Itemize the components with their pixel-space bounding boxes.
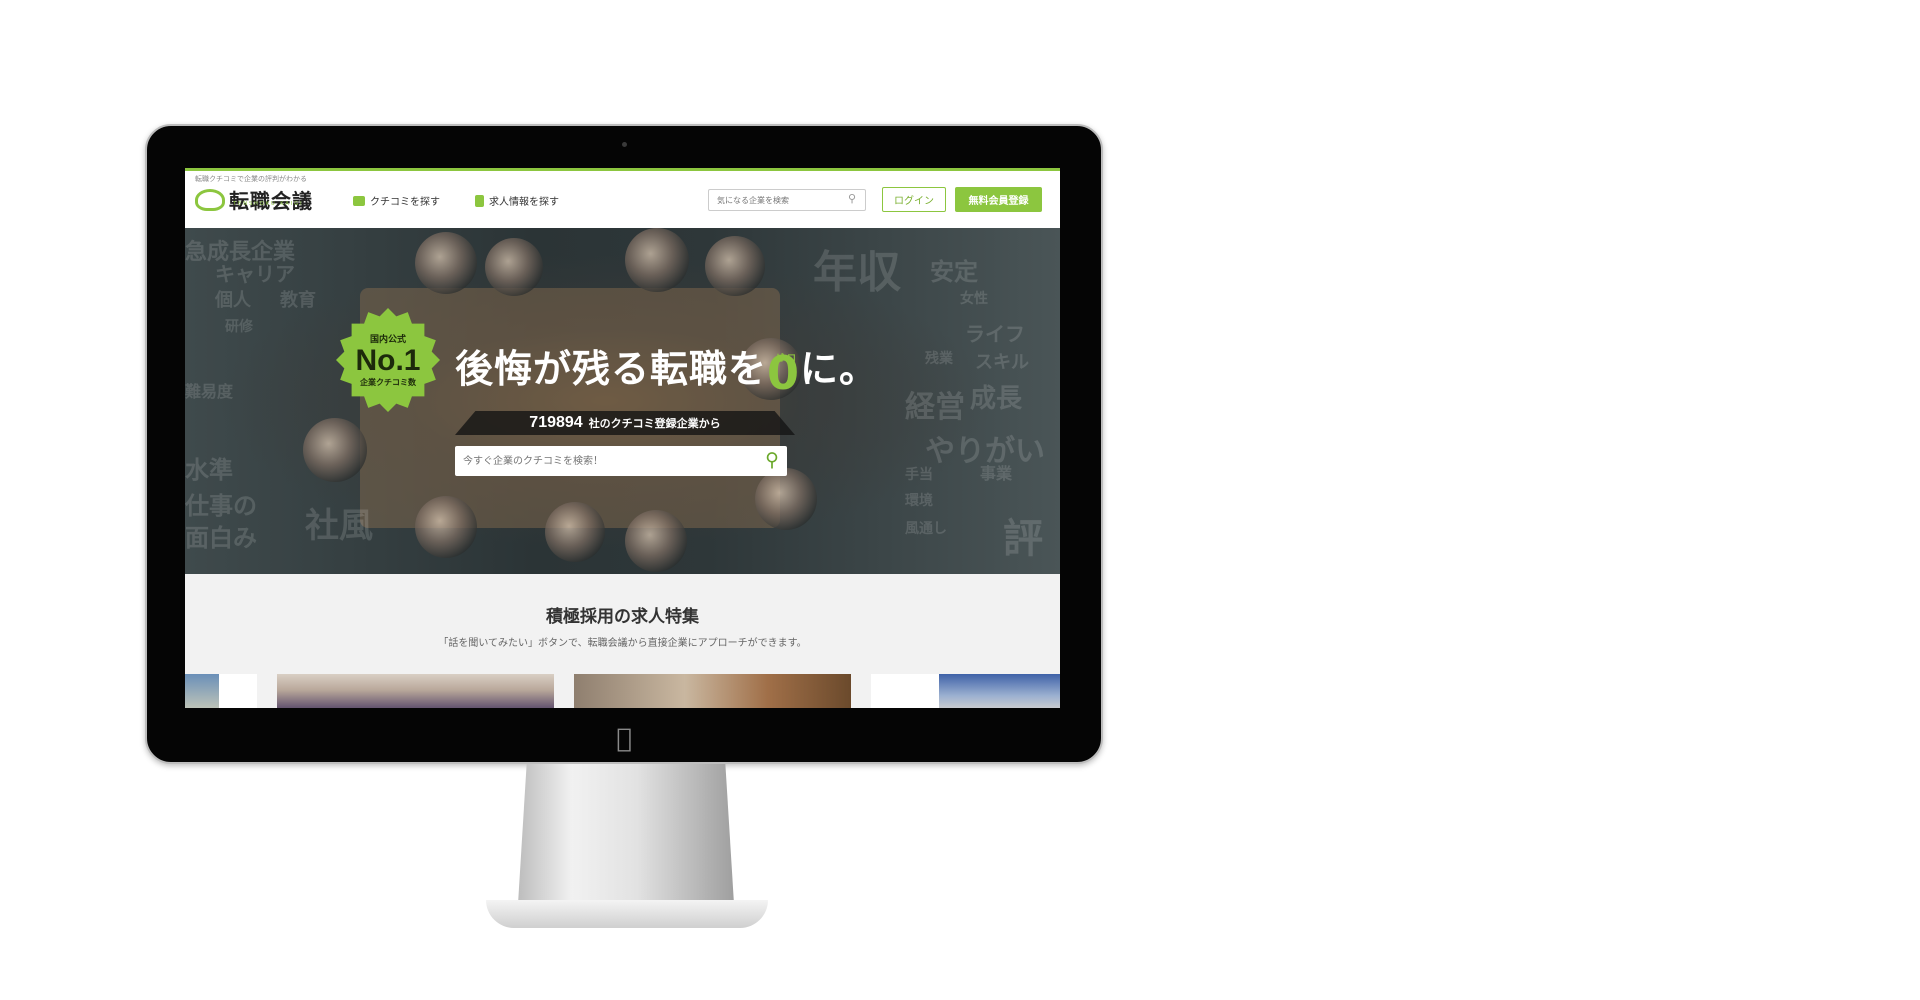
site-logo[interactable]: 転職会議 [195,185,313,214]
register-button[interactable]: 無料会員登録 [955,187,1042,212]
badge-bottom-text: 企業クチコミ数 [360,378,416,387]
hero-banner: 急成長企業 キャリア 個人 教育 研修 難易度 水準 仕事の 面白み 社風 年収… [185,228,1060,574]
company-count: 719894 [529,414,583,431]
hero-photo-person [415,496,477,558]
hero-photo-person [545,502,605,562]
site-header: 転職クチコミで企業の評判がわかる 転職会議 TENSHOKU KAIGI クチコ… [185,171,1060,228]
camera-dot [622,142,627,147]
nav-jobs-label: 求人情報を探す [489,197,559,208]
badge-main-text: No.1 [355,344,421,377]
job-card-image [574,674,851,708]
job-card[interactable] [277,674,554,708]
hero-photo-person [415,232,477,294]
hero-bg-word: 残業 [925,351,953,367]
hero-bg-word: 手当 [905,467,933,483]
hero-photo-person [485,238,543,296]
screen: 転職クチコミで企業の評判がわかる 転職会議 TENSHOKU KAIGI クチコ… [185,168,1060,708]
hero-bg-word: 安定 [930,258,978,286]
job-card-image [185,674,219,708]
hero-photo-person [755,468,817,530]
hero-bg-word: 社風 [305,506,373,546]
hero-bg-word: 水準 [185,456,233,484]
hero-bg-word: 環境 [905,493,933,509]
catch-before: 後悔が残る転職を [455,347,768,391]
tagline: 転職クチコミで企業の評判がわかる [195,175,307,183]
catch-after: に。 [800,347,879,391]
speech-bubble-icon [353,195,365,206]
brand-subtitle: TENSHOKU KAIGI [233,201,304,207]
hero-photo-person [625,510,687,572]
document-icon [475,194,484,207]
featured-jobs-section: 積極採用の求人特集 「話を聞いてみたい」ボタンで、転職会議から直接企業にアプロー… [185,574,1060,708]
job-card[interactable] [574,674,851,708]
hero-bg-word: 評 [1003,516,1043,562]
no1-badge: 国内公式 No.1 企業クチコミ数 [336,308,440,412]
monitor-stand-base [486,900,768,928]
catch-zero: ゼロ 0 [767,350,800,396]
nav-jobs[interactable]: 求人情報を探す [475,193,559,208]
brand-name: 転職会議 [229,189,313,213]
hero-bg-word: 風通し [905,521,947,537]
nav-reviews-label: クチコミを探す [370,197,440,208]
search-icon[interactable]: ⚲ [848,192,856,205]
hero-bg-word: 難易度 [185,382,234,401]
hero-photo-person [303,418,367,482]
hero-photo-person [625,228,689,292]
hero-photo-person [705,236,765,296]
hero-bg-word: キャリア [215,262,295,286]
hero-bg-word: 研修 [225,319,253,335]
hero-bg-word: スキル [975,352,1029,373]
catch-ruby: ゼロ [775,354,800,364]
job-card[interactable] [871,674,1060,708]
job-card-image [277,674,554,708]
search-icon[interactable]: ⚲ [765,449,779,471]
hero-bg-word: ライフ [965,322,1025,346]
hero-search-box: ⚲ [455,446,787,476]
section-title: 積極採用の求人特集 [546,607,699,627]
hero-bg-word: 成長 [970,384,1023,414]
hero-bg-word: 仕事の [185,492,257,520]
company-count-suffix: 社のクチコミ登録企業から [588,417,721,430]
hero-bg-word: 女性 [960,291,988,307]
nav-reviews[interactable]: クチコミを探す [353,193,440,208]
job-card-image [939,674,1060,708]
apple-logo-icon:  [612,726,636,752]
handshake-icon [195,188,225,211]
hero-bg-word: 年収 [813,247,901,298]
header-search-input[interactable] [708,189,866,211]
job-card[interactable] [185,674,257,708]
hero-catchphrase: 後悔が残る転職を ゼロ 0 に。 [455,338,879,396]
hero-bg-word: 経営 [905,390,965,425]
section-description: 「話を聞いてみたい」ボタンで、転職会議から直接企業にアプローチができます。 [438,638,807,649]
hero-search-input[interactable] [455,446,761,476]
login-button[interactable]: ログイン [882,187,946,212]
hero-bg-word: 面白み [185,524,257,552]
hero-bg-word: 個人 [215,290,251,311]
hero-bg-word: 事業 [980,464,1013,483]
monitor-stand [518,764,734,904]
hero-bg-word: 教育 [280,290,316,311]
company-count-bar: 719894 社のクチコミ登録企業から [455,411,795,435]
